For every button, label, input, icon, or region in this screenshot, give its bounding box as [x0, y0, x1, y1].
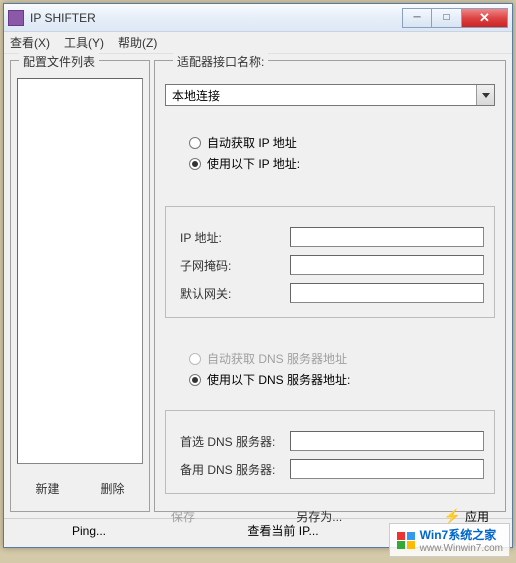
- titlebar[interactable]: IP SHIFTER ─ □ ✕: [4, 4, 512, 32]
- view-ip-button[interactable]: 查看当前 IP...: [164, 522, 402, 539]
- subnet-input[interactable]: [290, 255, 484, 275]
- menu-help[interactable]: 帮助(Z): [118, 34, 157, 51]
- alt-dns-label: 备用 DNS 服务器:: [180, 461, 290, 478]
- menu-view[interactable]: 查看(X): [10, 34, 50, 51]
- alt-dns-input[interactable]: [290, 459, 484, 479]
- watermark-brand: Win7系统之家: [420, 528, 497, 542]
- pref-dns-input[interactable]: [290, 431, 484, 451]
- minimize-button[interactable]: ─: [402, 8, 432, 28]
- close-button[interactable]: ✕: [462, 8, 508, 28]
- gateway-label: 默认网关:: [180, 285, 290, 302]
- subnet-label: 子网掩码:: [180, 257, 290, 274]
- dns-radio-section: 自动获取 DNS 服务器地址 使用以下 DNS 服务器地址:: [165, 334, 495, 394]
- dns-fields-group: 首选 DNS 服务器: 备用 DNS 服务器:: [165, 410, 495, 494]
- ping-button[interactable]: Ping...: [14, 524, 164, 538]
- radio-auto-ip[interactable]: [189, 137, 201, 149]
- radio-use-ip-label: 使用以下 IP 地址:: [207, 155, 300, 172]
- pref-dns-label: 首选 DNS 服务器:: [180, 433, 290, 450]
- gateway-input[interactable]: [290, 283, 484, 303]
- adapter-value: 本地连接: [166, 87, 476, 104]
- radio-use-dns-label: 使用以下 DNS 服务器地址:: [207, 371, 350, 388]
- radio-use-dns-row[interactable]: 使用以下 DNS 服务器地址:: [189, 371, 485, 388]
- config-list-label: 配置文件列表: [19, 53, 99, 70]
- app-icon: [8, 10, 24, 26]
- maximize-button[interactable]: □: [432, 8, 462, 28]
- app-window: IP SHIFTER ─ □ ✕ 查看(X) 工具(Y) 帮助(Z) 配置文件列…: [3, 3, 513, 548]
- menubar: 查看(X) 工具(Y) 帮助(Z): [4, 32, 512, 54]
- delete-button[interactable]: 删除: [100, 480, 124, 497]
- config-listbox[interactable]: [17, 78, 143, 464]
- ip-address-label: IP 地址:: [180, 229, 290, 246]
- main-body: 配置文件列表 新建 删除 适配器接口名称: 本地连接 自动获取 IP 地址: [4, 54, 512, 518]
- chevron-down-icon[interactable]: [476, 85, 494, 105]
- radio-auto-dns-row: 自动获取 DNS 服务器地址: [189, 350, 485, 367]
- adapter-select[interactable]: 本地连接: [165, 84, 495, 106]
- radio-auto-ip-row[interactable]: 自动获取 IP 地址: [189, 134, 485, 151]
- ip-section: 自动获取 IP 地址 使用以下 IP 地址:: [165, 124, 495, 190]
- radio-auto-dns-label: 自动获取 DNS 服务器地址: [207, 350, 347, 367]
- watermark: Win7系统之家 www.Winwin7.com: [389, 523, 510, 557]
- settings-panel: 适配器接口名称: 本地连接 自动获取 IP 地址 使用以下 IP 地址:: [154, 60, 506, 512]
- radio-use-dns[interactable]: [189, 374, 201, 386]
- adapter-label: 适配器接口名称:: [173, 53, 268, 70]
- radio-use-ip-row[interactable]: 使用以下 IP 地址:: [189, 155, 485, 172]
- watermark-url: www.Winwin7.com: [420, 543, 503, 554]
- window-title: IP SHIFTER: [30, 11, 402, 25]
- radio-auto-dns: [189, 353, 201, 365]
- ip-fields-group: IP 地址: 子网掩码: 默认网关:: [165, 206, 495, 318]
- radio-use-ip[interactable]: [189, 158, 201, 170]
- ip-address-input[interactable]: [290, 227, 484, 247]
- menu-tools[interactable]: 工具(Y): [64, 34, 104, 51]
- radio-auto-ip-label: 自动获取 IP 地址: [207, 134, 297, 151]
- config-list-panel: 配置文件列表 新建 删除: [10, 60, 150, 512]
- windows-logo-icon: [396, 531, 416, 550]
- new-button[interactable]: 新建: [35, 480, 59, 497]
